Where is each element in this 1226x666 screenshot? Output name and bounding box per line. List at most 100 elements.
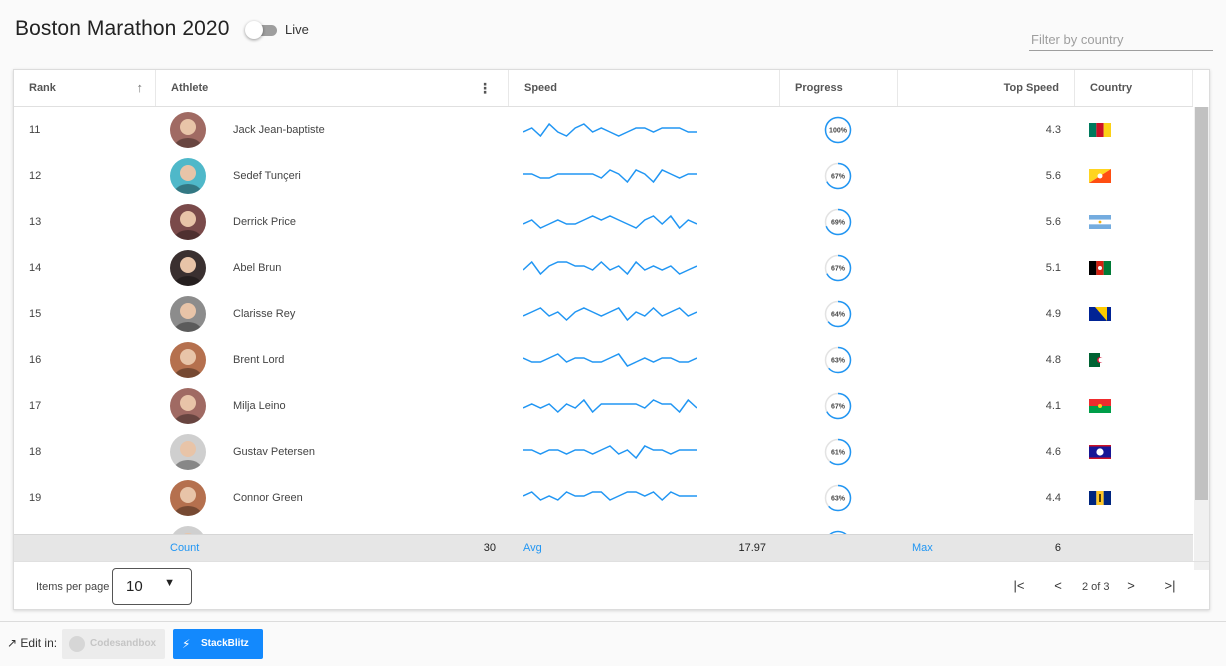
country-flag-icon [1089, 123, 1111, 137]
avatar [170, 434, 206, 470]
svg-text:63%: 63% [831, 358, 846, 365]
column-menu-icon[interactable]: ⋮ [478, 70, 492, 106]
previous-page-icon[interactable]: < [1048, 576, 1068, 596]
avatar [170, 204, 206, 240]
items-per-page-select[interactable]: 10 ▼ [112, 568, 192, 605]
top-speed-cell: 5.6 [1045, 170, 1061, 182]
athlete-name: Gustav Petersen [233, 446, 315, 458]
top-speed-cell: 4.8 [1045, 354, 1061, 366]
athlete-name: Derrick Price [233, 216, 296, 228]
edit-in-bar: ↗ Edit in: Codesandbox ⚡ StackBlitz [0, 621, 1226, 666]
table-row[interactable]: 15 Clarisse Rey 64% 4.9 [14, 291, 1193, 337]
table-row[interactable]: 17 Milja Leino 67% 4.1 [14, 383, 1193, 429]
table-row[interactable]: 13 Derrick Price 69% 5.6 [14, 199, 1193, 245]
max-value: 6 [1054, 542, 1061, 554]
header-progress[interactable]: Progress [780, 70, 898, 106]
table-row[interactable]: 14 Abel Brun 67% 5.1 [14, 245, 1193, 291]
svg-text:67%: 67% [831, 174, 846, 181]
table-row[interactable]: 11 Jack Jean-baptiste 100% 4.3 [14, 107, 1193, 153]
avatar [170, 250, 206, 286]
svg-text:67%: 67% [831, 404, 846, 411]
paginator: Items per page 10 ▼ |< < 2 of 3 > >| [14, 561, 1209, 609]
header-athlete[interactable]: Athlete ⋮ [156, 70, 509, 106]
top-speed-cell: 5.1 [1045, 262, 1061, 274]
count-label: Count [170, 542, 200, 554]
avatar [170, 526, 206, 534]
athlete-name: Milja Leino [233, 400, 286, 412]
header-top-speed[interactable]: Top Speed [898, 70, 1075, 106]
country-flag-icon [1089, 399, 1111, 413]
header-rank-label: Rank [29, 82, 56, 94]
svg-text:67%: 67% [831, 266, 846, 273]
edit-in-label: ↗ Edit in: [7, 636, 57, 650]
speed-sparkline [522, 120, 697, 140]
first-page-icon[interactable]: |< [1009, 576, 1029, 596]
svg-text:64%: 64% [831, 312, 846, 319]
header-rank[interactable]: Rank ↑ [14, 70, 156, 106]
progress-ring: 64% [824, 300, 852, 328]
sort-ascending-icon[interactable]: ↑ [137, 70, 144, 106]
progress-ring: 61% [824, 438, 852, 466]
athlete-name: Connor Green [233, 492, 303, 504]
rank-cell: 18 [29, 446, 42, 458]
svg-text:63%: 63% [831, 496, 846, 503]
codesandbox-button[interactable]: Codesandbox [62, 629, 165, 659]
table-row[interactable] [14, 521, 1193, 534]
progress-ring: 63% [824, 484, 852, 512]
page-title: Boston Marathon 2020 [15, 17, 230, 40]
max-label: Max [912, 542, 933, 554]
athlete-name: Jack Jean-baptiste [233, 124, 325, 136]
athlete-name: Abel Brun [233, 262, 282, 274]
live-toggle[interactable] [245, 21, 277, 39]
scrollbar-thumb[interactable] [1195, 107, 1208, 500]
header-country[interactable]: Country [1075, 70, 1193, 106]
toggle-knob[interactable] [245, 21, 263, 39]
country-flag-icon [1089, 353, 1111, 367]
top-speed-cell: 4.3 [1045, 124, 1061, 136]
avatar [170, 388, 206, 424]
speed-sparkline [523, 442, 697, 462]
header-top-speed-label: Top Speed [1003, 82, 1059, 94]
avatar [170, 480, 206, 516]
rank-cell: 13 [29, 216, 42, 228]
country-flag-icon [1089, 307, 1111, 321]
top-speed-cell: 4.4 [1045, 492, 1061, 504]
last-page-icon[interactable]: >| [1160, 576, 1180, 596]
grid-body: 11 Jack Jean-baptiste 100% 4.3 12 Sedef Tunçe… [14, 107, 1193, 534]
header-speed-label: Speed [524, 82, 558, 94]
header-speed[interactable]: Speed [509, 70, 780, 106]
data-grid: Rank ↑ Athlete ⋮ Speed Progress Top Spee… [13, 69, 1210, 610]
header-athlete-label: Athlete [171, 82, 209, 94]
rank-cell: 12 [29, 170, 42, 182]
svg-text:100%: 100% [829, 128, 848, 135]
country-flag-icon [1089, 215, 1111, 229]
filter-by-country-input[interactable] [1029, 29, 1213, 51]
aggregate-row: Count 30 Avg 17.97 Max 6 [14, 534, 1193, 561]
stackblitz-button[interactable]: ⚡ StackBlitz [173, 629, 263, 659]
top-speed-cell: 4.6 [1045, 446, 1061, 458]
table-row[interactable]: 19 Connor Green 63% 4.4 [14, 475, 1193, 521]
progress-ring: 67% [824, 392, 852, 420]
top-speed-cell: 4.1 [1045, 400, 1061, 412]
avatar [170, 158, 206, 194]
top-speed-cell: 4.9 [1045, 308, 1061, 320]
next-page-icon[interactable]: > [1121, 576, 1141, 596]
header-progress-label: Progress [795, 82, 843, 94]
athlete-name: Sedef Tunçeri [233, 170, 301, 182]
speed-sparkline [522, 304, 698, 324]
athlete-name: Brent Lord [233, 354, 285, 366]
table-row[interactable]: 16 Brent Lord 63% 4.8 [14, 337, 1193, 383]
header-country-label: Country [1090, 82, 1133, 94]
codesandbox-icon [69, 636, 85, 652]
vertical-scrollbar[interactable] [1194, 107, 1209, 570]
table-row[interactable]: 12 Sedef Tunçeri 67% 5.6 [14, 153, 1193, 199]
grid-header: Rank ↑ Athlete ⋮ Speed Progress Top Spee… [14, 70, 1193, 107]
svg-text:61%: 61% [831, 450, 846, 457]
avg-label: Avg [523, 542, 542, 554]
progress-ring: 67% [824, 254, 852, 282]
rank-cell: 15 [29, 308, 42, 320]
athlete-name: Clarisse Rey [233, 308, 296, 320]
table-row[interactable]: 18 Gustav Petersen 61% 4.6 [14, 429, 1193, 475]
progress-ring: 100% [824, 116, 852, 144]
rank-cell: 19 [29, 492, 42, 504]
